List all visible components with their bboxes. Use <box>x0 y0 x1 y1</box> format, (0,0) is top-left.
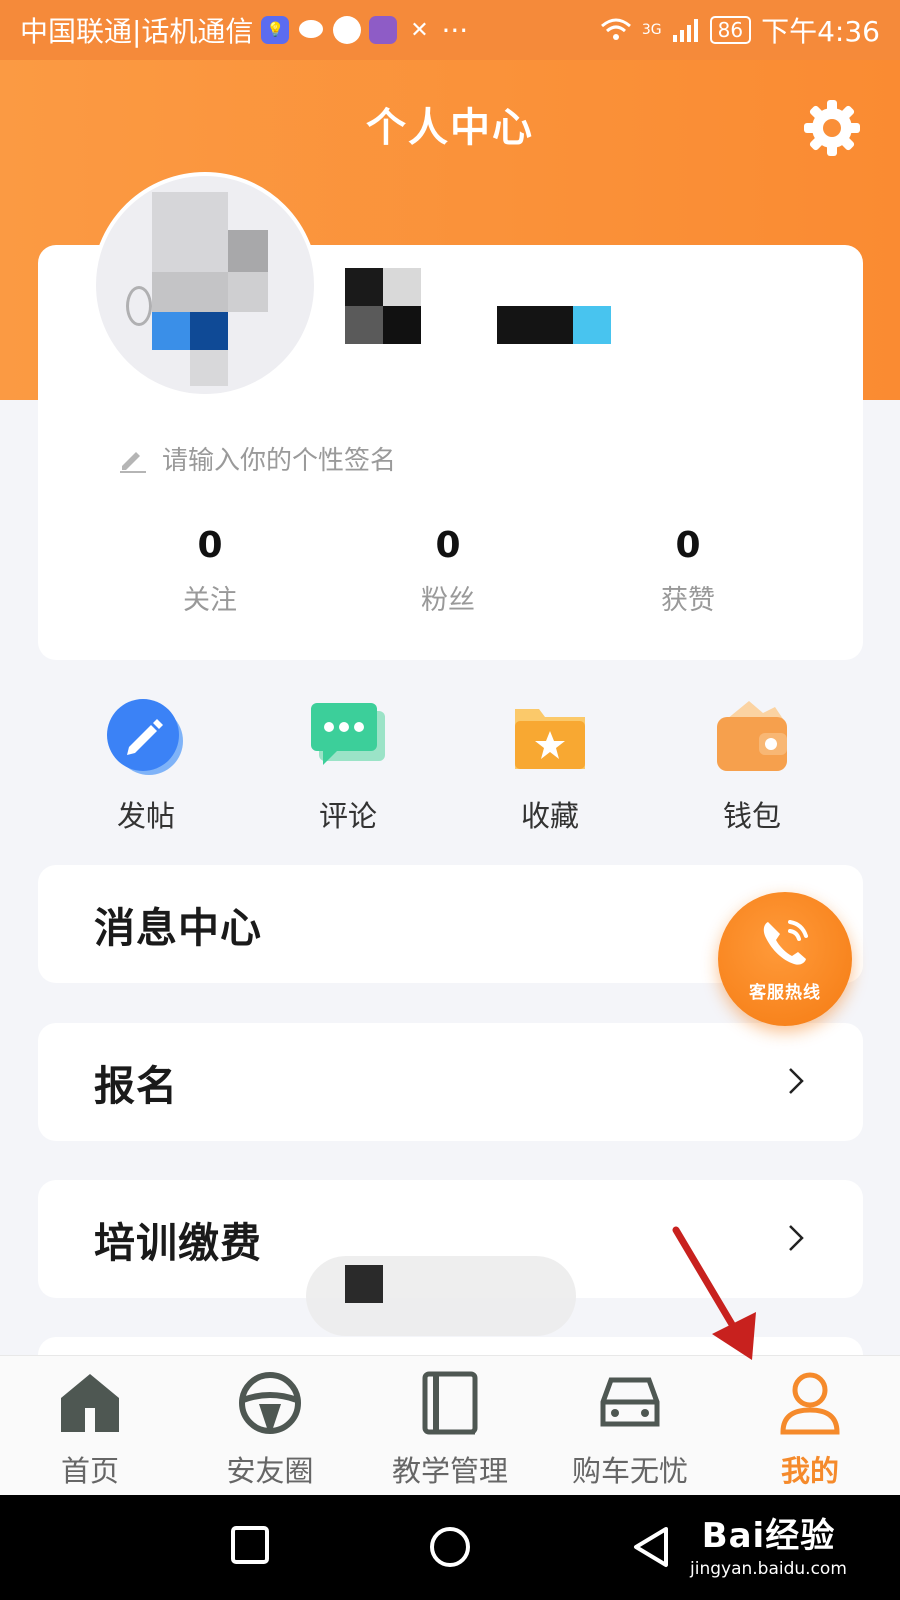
baidu-jingyan-watermark: Bai经验 jingyan.baidu.com <box>690 1508 847 1579</box>
status-bar: 中国联通|话机通信 💡 ✕ ··· 3G 86 下午4:36 <box>0 0 900 60</box>
carrier-label: 中国联通|话机通信 <box>20 15 254 48</box>
home-icon <box>61 1374 119 1432</box>
stat-value: 0 <box>675 525 701 566</box>
nav-label: 购车无忧 <box>571 1454 688 1488</box>
stat-label: 获赞 <box>661 585 715 616</box>
menu-item-label: 消息中心 <box>94 904 262 952</box>
bulb-icon: 💡 <box>261 16 290 44</box>
quick-action-post[interactable]: 发帖 <box>66 695 226 835</box>
battery-indicator: 86 <box>709 16 752 44</box>
stat-value: 0 <box>435 525 461 566</box>
signature-input[interactable]: 请输入你的个性签名 <box>118 440 396 477</box>
watermark-brand: Bai经验 <box>701 1516 836 1556</box>
menu-item-label: 培训缴费 <box>94 1219 262 1267</box>
clock: 下午4:36 <box>761 15 880 48</box>
chevron-right-icon <box>789 1225 804 1251</box>
nav-label: 我的 <box>780 1454 839 1488</box>
network-type: 3G <box>641 22 662 38</box>
stat-label: 关注 <box>183 585 237 616</box>
more-notifications-icon: ··· <box>441 13 469 47</box>
car-icon <box>600 1377 660 1427</box>
nav-item-anyou-circle[interactable]: 安友圈 <box>185 1368 355 1490</box>
signature-placeholder: 请输入你的个性签名 <box>162 446 397 476</box>
stat-value: 0 <box>197 525 223 566</box>
wifi-icon <box>600 18 631 40</box>
menu-item-registration[interactable]: 报名 <box>38 1023 863 1141</box>
customer-service-hotline-button[interactable]: 客服热线 <box>718 892 852 1026</box>
chevron-right-icon <box>789 1068 804 1094</box>
quick-action-comment[interactable]: 评论 <box>268 695 428 835</box>
nav-item-car-purchase[interactable]: 购车无忧 <box>545 1368 715 1490</box>
quick-action-label: 收藏 <box>520 799 579 833</box>
avatar[interactable] <box>92 172 318 398</box>
recent-apps-icon[interactable] <box>230 1525 270 1565</box>
nav-item-home[interactable]: 首页 <box>5 1368 175 1490</box>
obscured-pixel <box>345 1265 383 1303</box>
annotation-arrow-icon <box>672 1226 756 1360</box>
hotline-label: 客服热线 <box>749 983 821 1003</box>
star-folder-icon <box>507 695 593 781</box>
chat-bubble-icon <box>297 16 325 44</box>
quick-action-favorites[interactable]: 收藏 <box>470 695 630 835</box>
page-title: 个人中心 <box>366 105 534 151</box>
missed-call-icon: ✕ <box>410 17 429 43</box>
username-obscured <box>345 268 615 346</box>
stat-likes[interactable]: 0 获赞 <box>608 525 768 617</box>
phone-icon <box>763 920 808 965</box>
pencil-edit-icon <box>120 451 146 473</box>
nav-label: 首页 <box>60 1454 119 1488</box>
watermark-url: jingyan.baidu.com <box>690 1559 847 1579</box>
app-notification-icon <box>333 16 362 44</box>
nav-label: 教学管理 <box>391 1454 508 1488</box>
quick-action-label: 评论 <box>318 799 377 833</box>
stat-following[interactable]: 0 关注 <box>130 525 290 617</box>
quick-action-label: 钱包 <box>722 799 781 833</box>
quick-action-wallet[interactable]: 钱包 <box>672 695 832 835</box>
back-triangle-icon[interactable] <box>630 1525 670 1569</box>
wallet-icon <box>709 695 795 781</box>
book-icon <box>422 1371 478 1435</box>
bottom-navigation: 首页 安友圈 教学管理 购车无忧 我的 <box>0 1355 900 1495</box>
steering-wheel-icon <box>239 1372 301 1434</box>
settings-gear-icon[interactable] <box>800 96 864 160</box>
pie-app-icon <box>369 16 398 44</box>
signal-icon <box>672 19 698 42</box>
menu-item-label: 报名 <box>94 1062 178 1110</box>
nav-item-teaching-management[interactable]: 教学管理 <box>365 1368 535 1490</box>
nav-item-mine[interactable]: 我的 <box>725 1368 895 1490</box>
comment-icon <box>305 695 391 781</box>
stat-followers[interactable]: 0 粉丝 <box>368 525 528 617</box>
quick-action-label: 发帖 <box>116 799 175 833</box>
home-circle-icon[interactable] <box>428 1525 472 1569</box>
nav-label: 安友圈 <box>226 1454 314 1488</box>
stat-label: 粉丝 <box>421 585 475 616</box>
pencil-icon <box>103 695 189 781</box>
user-icon <box>780 1372 840 1435</box>
